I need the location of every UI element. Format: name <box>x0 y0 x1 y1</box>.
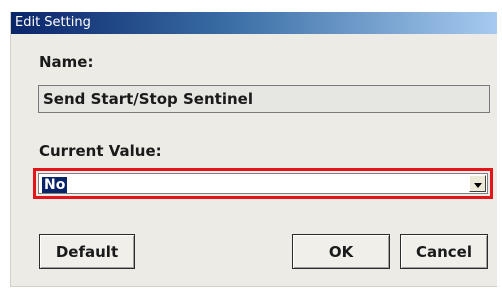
current-value-dropdown[interactable]: No <box>38 173 488 194</box>
name-label: Name: <box>39 53 94 71</box>
chevron-down-icon[interactable] <box>469 175 486 192</box>
cancel-button[interactable]: Cancel <box>400 234 488 269</box>
window-title: Edit Setting <box>11 12 497 34</box>
name-field: Send Start/Stop Sentinel <box>38 85 490 113</box>
current-value-label: Current Value: <box>39 142 162 160</box>
edit-setting-dialog: Edit Setting Name: Send Start/Stop Senti… <box>10 12 497 287</box>
current-value-highlight: No <box>33 168 493 199</box>
default-button[interactable]: Default <box>39 234 135 269</box>
ok-button[interactable]: OK <box>292 234 390 269</box>
current-value-selected: No <box>42 177 68 193</box>
